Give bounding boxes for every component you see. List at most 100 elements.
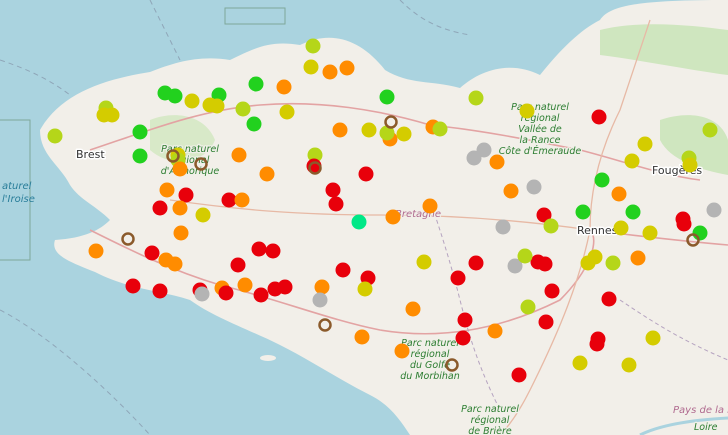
station-marker-red[interactable]: [230, 257, 246, 273]
station-marker-lime[interactable]: [517, 248, 533, 264]
station-marker-green[interactable]: [246, 116, 262, 132]
station-marker-yellow[interactable]: [621, 357, 637, 373]
station-marker-gray[interactable]: [495, 219, 511, 235]
station-marker-green[interactable]: [132, 124, 148, 140]
station-marker-lime[interactable]: [305, 38, 321, 54]
station-marker-yellow[interactable]: [396, 126, 412, 142]
station-marker-yellow[interactable]: [613, 220, 629, 236]
station-marker-red[interactable]: [218, 285, 234, 301]
station-marker-orange[interactable]: [332, 122, 348, 138]
station-marker-lime[interactable]: [235, 101, 251, 117]
station-marker-ring[interactable]: [121, 232, 135, 246]
station-marker-red[interactable]: [589, 336, 605, 352]
station-marker-red[interactable]: [328, 196, 344, 212]
station-marker-red[interactable]: [335, 262, 351, 278]
station-marker-yellow[interactable]: [587, 249, 603, 265]
station-marker-ring[interactable]: [445, 358, 459, 372]
station-marker-red[interactable]: [251, 241, 267, 257]
station-marker-red[interactable]: [468, 255, 484, 271]
station-marker-orange[interactable]: [172, 200, 188, 216]
station-marker-red[interactable]: [601, 291, 617, 307]
station-marker-orange[interactable]: [88, 243, 104, 259]
station-marker-orange[interactable]: [503, 183, 519, 199]
station-marker-yellow[interactable]: [303, 59, 319, 75]
station-marker-red[interactable]: [511, 367, 527, 383]
station-marker-yellow[interactable]: [624, 153, 640, 169]
station-marker-yellow[interactable]: [279, 104, 295, 120]
station-marker-aqua[interactable]: [351, 214, 367, 230]
station-marker-orange[interactable]: [405, 301, 421, 317]
station-marker-yellow[interactable]: [519, 103, 535, 119]
station-marker-red[interactable]: [178, 187, 194, 203]
station-marker-red[interactable]: [144, 245, 160, 261]
station-marker-ring[interactable]: [194, 157, 208, 171]
station-marker-orange[interactable]: [422, 198, 438, 214]
station-marker-red[interactable]: [325, 182, 341, 198]
station-marker-lime[interactable]: [468, 90, 484, 106]
station-marker-green[interactable]: [379, 89, 395, 105]
station-marker-ring[interactable]: [686, 233, 700, 247]
station-marker-red[interactable]: [450, 270, 466, 286]
station-marker-red[interactable]: [537, 256, 553, 272]
station-marker-lime[interactable]: [432, 121, 448, 137]
station-marker-yellow[interactable]: [357, 281, 373, 297]
station-marker-red[interactable]: [277, 279, 293, 295]
station-marker-orange[interactable]: [354, 329, 370, 345]
station-marker-red[interactable]: [253, 287, 269, 303]
station-marker-green[interactable]: [692, 225, 708, 241]
station-marker-ring[interactable]: [318, 318, 332, 332]
station-marker-green[interactable]: [594, 172, 610, 188]
station-marker-red[interactable]: [538, 314, 554, 330]
station-marker-lime[interactable]: [543, 218, 559, 234]
station-marker-gray[interactable]: [312, 292, 328, 308]
station-marker-red[interactable]: [358, 166, 374, 182]
station-marker-lime[interactable]: [520, 299, 536, 315]
station-marker-orange[interactable]: [611, 186, 627, 202]
station-marker-gray[interactable]: [526, 179, 542, 195]
station-marker-red[interactable]: [152, 283, 168, 299]
station-marker-gray[interactable]: [194, 286, 210, 302]
map-viewport[interactable]: Brest Rennes Fougères Bretagne Pays de l…: [0, 0, 728, 435]
station-marker-gray[interactable]: [706, 202, 722, 218]
station-marker-yellow[interactable]: [184, 93, 200, 109]
station-marker-green[interactable]: [132, 148, 148, 164]
station-marker-red[interactable]: [676, 216, 692, 232]
station-marker-yellow[interactable]: [361, 122, 377, 138]
station-marker-yellow[interactable]: [642, 225, 658, 241]
station-marker-lime[interactable]: [605, 255, 621, 271]
station-marker-red[interactable]: [152, 200, 168, 216]
station-marker-yellow[interactable]: [209, 98, 225, 114]
station-marker-green[interactable]: [248, 76, 264, 92]
station-marker-yellow[interactable]: [195, 207, 211, 223]
station-marker-orange[interactable]: [276, 79, 292, 95]
station-marker-orange[interactable]: [385, 209, 401, 225]
station-marker-gray[interactable]: [476, 142, 492, 158]
station-marker-red[interactable]: [544, 283, 560, 299]
station-marker-green[interactable]: [625, 204, 641, 220]
station-marker-ring[interactable]: [384, 115, 398, 129]
station-marker-orange[interactable]: [630, 250, 646, 266]
station-marker-lime[interactable]: [702, 122, 718, 138]
station-marker-yellow[interactable]: [637, 136, 653, 152]
station-marker-orange[interactable]: [487, 323, 503, 339]
station-marker-orange[interactable]: [394, 343, 410, 359]
station-marker-yellow[interactable]: [104, 107, 120, 123]
station-marker-red[interactable]: [125, 278, 141, 294]
station-marker-red[interactable]: [457, 312, 473, 328]
station-marker-lime[interactable]: [47, 128, 63, 144]
station-marker-green[interactable]: [575, 204, 591, 220]
station-marker-orange[interactable]: [167, 256, 183, 272]
station-marker-red[interactable]: [221, 192, 237, 208]
station-marker-red[interactable]: [591, 109, 607, 125]
station-marker-red[interactable]: [455, 330, 471, 346]
station-marker-orange[interactable]: [314, 279, 330, 295]
station-marker-orange[interactable]: [159, 182, 175, 198]
station-marker-red[interactable]: [265, 243, 281, 259]
station-marker-orange[interactable]: [172, 161, 188, 177]
station-marker-orange[interactable]: [237, 277, 253, 293]
station-marker-yellow[interactable]: [416, 254, 432, 270]
station-marker-orange[interactable]: [173, 225, 189, 241]
station-marker-yellow[interactable]: [572, 355, 588, 371]
station-marker-orange[interactable]: [231, 147, 247, 163]
station-marker-orange[interactable]: [489, 154, 505, 170]
